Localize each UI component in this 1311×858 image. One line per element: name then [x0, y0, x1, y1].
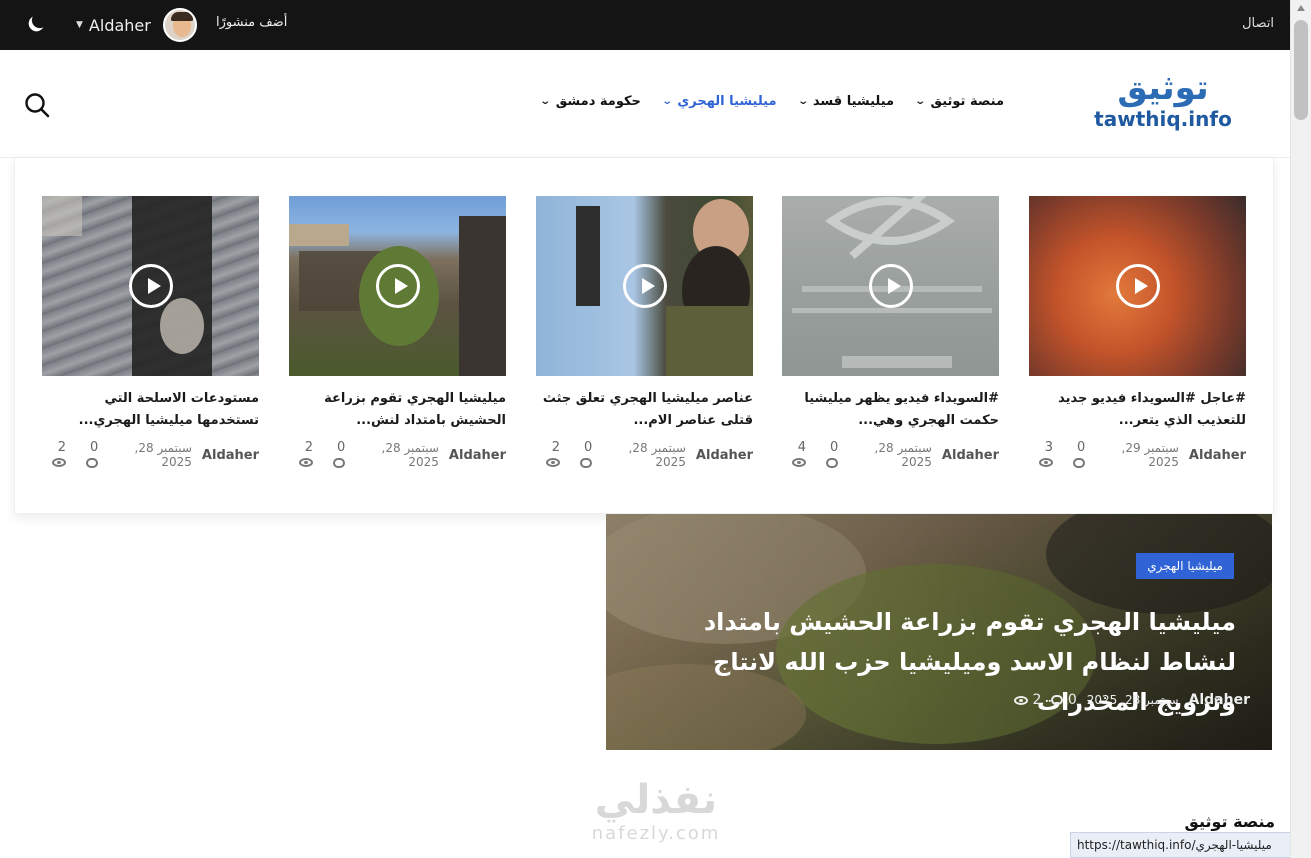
- watermark-english: nafezly.com: [591, 823, 721, 844]
- nav-item-label: منصة توثيق: [930, 94, 1004, 109]
- views-count: 2: [536, 440, 561, 470]
- video-thumbnail[interactable]: [42, 196, 259, 376]
- card-author[interactable]: Aldaher: [696, 448, 753, 463]
- card-date: سبتمبر 28, 2025: [381, 441, 439, 469]
- page-scrollbar[interactable]: [1290, 0, 1311, 858]
- category-badge[interactable]: ميليشيا الهجري: [1136, 553, 1234, 579]
- add-post-link[interactable]: أضف منشورًا: [216, 15, 287, 30]
- card-date: سبتمبر 28, 2025: [134, 441, 192, 469]
- chevron-down-icon: ⌄: [914, 96, 927, 107]
- eye-icon: [299, 458, 314, 467]
- mega-card[interactable]: ميليشيا الهجري تقوم بزراعة الحشيش بامتدا…: [289, 196, 506, 470]
- play-icon[interactable]: [128, 264, 173, 308]
- section-title: منصة توثيق: [1184, 812, 1275, 831]
- video-thumbnail[interactable]: [289, 196, 506, 376]
- logo-arabic: توثيق: [1117, 68, 1209, 108]
- comment-icon: [1051, 695, 1064, 705]
- featured-author[interactable]: Aldaher: [1189, 692, 1250, 708]
- nav-item-label: ميليشيا قسد: [812, 94, 895, 109]
- mega-menu: #عاجل #السويداء فيديو جديد للتعذيب الذي …: [14, 158, 1274, 514]
- eye-icon: [52, 458, 67, 467]
- eye-icon: [1014, 695, 1029, 705]
- views-count: 3: [1029, 440, 1054, 470]
- watermark-logo: نفذلي nafezly.com: [576, 776, 736, 844]
- card-title[interactable]: #السويداء فيديو يظهر ميليشيا حكمت الهجري…: [782, 388, 999, 432]
- play-icon[interactable]: [1115, 264, 1160, 308]
- site-header: توثيق tawthiq.info منصة توثيق ⌄ ميليشيا …: [0, 50, 1290, 158]
- card-date: سبتمبر 29, 2025: [1121, 441, 1179, 469]
- caret-down-icon: ▼: [76, 20, 83, 30]
- logo-english: tawthiq.info: [1094, 107, 1232, 131]
- status-url-bar: https://tawthiq.info/ميليشيا-الهجري: [1070, 832, 1311, 858]
- eye-icon: [546, 458, 561, 467]
- comment-icon: [580, 457, 593, 468]
- mega-card[interactable]: #السويداء فيديو يظهر ميليشيا حكمت الهجري…: [782, 196, 999, 470]
- chevron-down-icon: ⌄: [539, 96, 552, 107]
- card-author[interactable]: Aldaher: [449, 448, 506, 463]
- comment-icon: [86, 457, 99, 468]
- chevron-down-icon: ⌄: [796, 96, 809, 107]
- views-count: 2: [1014, 692, 1041, 708]
- watermark-arabic: نفذلي: [594, 777, 718, 823]
- comments-count: 0: [1063, 440, 1086, 470]
- comments-count: 0: [816, 440, 839, 470]
- card-author[interactable]: Aldaher: [202, 448, 259, 463]
- card-date: سبتمبر 28, 2025: [628, 441, 686, 469]
- scrollbar-thumb[interactable]: [1294, 20, 1308, 120]
- nav-item-damascus[interactable]: حكومة دمشق ⌄: [539, 94, 641, 109]
- mega-card[interactable]: #عاجل #السويداء فيديو جديد للتعذيب الذي …: [1029, 196, 1246, 470]
- user-menu[interactable]: ▼ Aldaher: [76, 8, 197, 42]
- featured-date: سبتمبر 28, 2025: [1086, 693, 1179, 707]
- scroll-up-icon[interactable]: [1297, 5, 1305, 11]
- nav-item-label: ميليشيا الهجري: [677, 94, 777, 109]
- comments-count: 0: [570, 440, 593, 470]
- chevron-down-icon: ⌄: [661, 96, 674, 107]
- user-name: Aldaher: [88, 15, 151, 35]
- mega-card[interactable]: مستودعات الاسلحة التي تستخدمها ميليشيا ا…: [42, 196, 259, 470]
- card-title[interactable]: ميليشيا الهجري تقوم بزراعة الحشيش بامتدا…: [289, 388, 506, 432]
- top-bar: ▼ Aldaher أضف منشورًا اتصال: [0, 0, 1290, 50]
- featured-post[interactable]: ميليشيا الهجري ميليشيا الهجري تقوم بزراع…: [606, 514, 1272, 750]
- mega-card[interactable]: عناصر ميليشيا الهجري تعلق جثث قتلى عناصر…: [536, 196, 753, 470]
- play-icon[interactable]: [622, 264, 667, 308]
- main-nav: منصة توثيق ⌄ ميليشيا قسد ⌄ ميليشيا الهجر…: [539, 94, 1004, 109]
- video-thumbnail[interactable]: [782, 196, 999, 376]
- comments-count: 0: [76, 440, 99, 470]
- card-author[interactable]: Aldaher: [1189, 448, 1246, 463]
- contact-link[interactable]: اتصال: [1242, 16, 1274, 31]
- card-meta: Aldaher سبتمبر 28, 2025 0 2: [536, 440, 753, 470]
- moon-icon[interactable]: [25, 13, 47, 35]
- video-thumbnail[interactable]: [1029, 196, 1246, 376]
- search-icon[interactable]: [24, 92, 50, 118]
- card-date: سبتمبر 28, 2025: [874, 441, 932, 469]
- card-meta: Aldaher سبتمبر 28, 2025 0 2: [289, 440, 506, 470]
- comment-icon: [1073, 457, 1086, 468]
- comments-count: 0: [323, 440, 346, 470]
- play-icon[interactable]: [868, 264, 913, 308]
- card-author[interactable]: Aldaher: [942, 448, 999, 463]
- card-title[interactable]: عناصر ميليشيا الهجري تعلق جثث قتلى عناصر…: [536, 388, 753, 432]
- views-count: 2: [289, 440, 314, 470]
- card-title[interactable]: مستودعات الاسلحة التي تستخدمها ميليشيا ا…: [42, 388, 259, 432]
- eye-icon: [792, 458, 807, 467]
- comment-icon: [333, 457, 346, 468]
- nav-item-qasad[interactable]: ميليشيا قسد ⌄: [796, 94, 895, 109]
- comment-icon: [826, 457, 839, 468]
- nav-item-tawthiq[interactable]: منصة توثيق ⌄: [914, 94, 1004, 109]
- play-icon[interactable]: [375, 264, 420, 308]
- nav-item-label: حكومة دمشق: [555, 94, 641, 109]
- card-meta: Aldaher سبتمبر 29, 2025 0 3: [1029, 440, 1246, 470]
- views-count: 4: [782, 440, 807, 470]
- eye-icon: [1039, 458, 1054, 467]
- comments-count: 0: [1051, 692, 1077, 708]
- card-meta: Aldaher سبتمبر 28, 2025 0 4: [782, 440, 999, 470]
- avatar: [162, 8, 197, 42]
- video-thumbnail[interactable]: [536, 196, 753, 376]
- nav-item-hijri[interactable]: ميليشيا الهجري ⌄: [661, 94, 777, 109]
- card-meta: Aldaher سبتمبر 28, 2025 0 2: [42, 440, 259, 470]
- featured-meta: Aldaher سبتمبر 28, 2025 0 2: [1014, 692, 1250, 708]
- site-logo[interactable]: توثيق tawthiq.info: [1052, 68, 1274, 136]
- card-title[interactable]: #عاجل #السويداء فيديو جديد للتعذيب الذي …: [1029, 388, 1246, 432]
- views-count: 2: [42, 440, 67, 470]
